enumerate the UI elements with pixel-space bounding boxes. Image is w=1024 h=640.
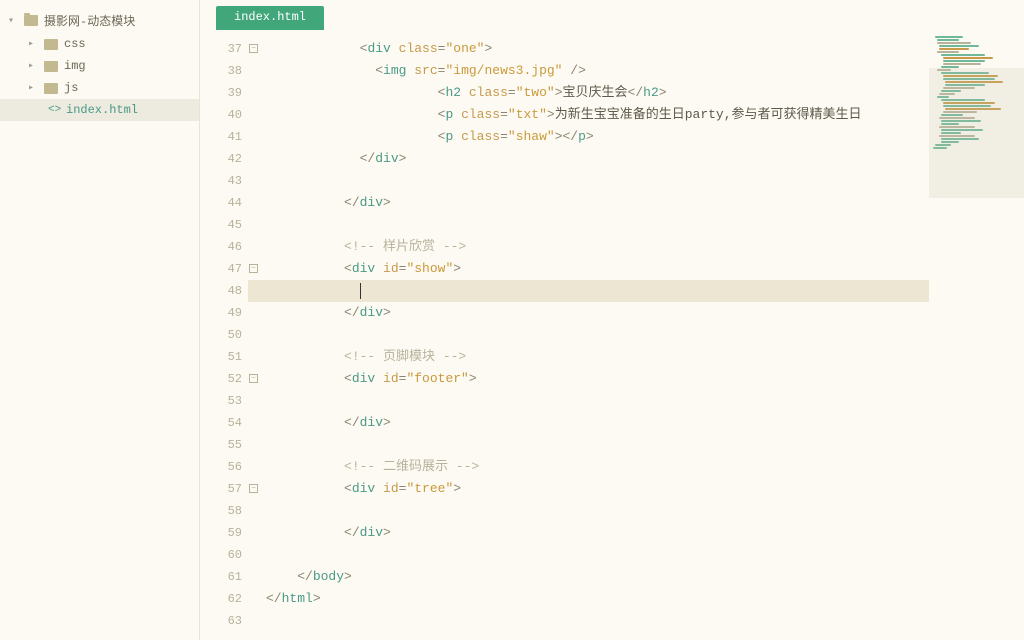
folder-label: css bbox=[64, 37, 86, 51]
code-line[interactable] bbox=[266, 500, 929, 522]
code-line[interactable]: <div id="show"> bbox=[266, 258, 929, 280]
code-line[interactable] bbox=[266, 544, 929, 566]
folder-js[interactable]: ▸ js bbox=[0, 77, 199, 99]
chevron-down-icon: ▾ bbox=[8, 15, 20, 27]
tab-index-html[interactable]: index.html bbox=[216, 6, 324, 30]
code-line[interactable]: <p class="shaw"></p> bbox=[266, 126, 929, 148]
folder-open-icon bbox=[24, 15, 38, 26]
minimap[interactable] bbox=[929, 30, 1024, 640]
code-container: 37−38394041424344454647−4849505152−53545… bbox=[200, 30, 1024, 640]
code-line[interactable]: <!-- 二维码展示 --> bbox=[266, 456, 929, 478]
code-line[interactable]: <div id="tree"> bbox=[266, 478, 929, 500]
code-line[interactable] bbox=[266, 610, 929, 632]
folder-icon bbox=[44, 61, 58, 72]
chevron-right-icon: ▸ bbox=[28, 38, 40, 50]
tab-label: index.html bbox=[234, 10, 306, 24]
code-line[interactable]: <!-- 样片欣赏 --> bbox=[266, 236, 929, 258]
folder-label: img bbox=[64, 59, 86, 73]
file-index-html[interactable]: <> index.html bbox=[0, 99, 199, 121]
file-explorer-sidebar: ▾ 摄影网-动态模块 ▸ css ▸ img ▸ js <> index.htm… bbox=[0, 0, 200, 640]
code-line[interactable]: <h2 class="two">宝贝庆生会</h2> bbox=[266, 82, 929, 104]
code-line[interactable]: <p class="txt">为新生宝宝准备的生日party,参与者可获得精美生… bbox=[266, 104, 929, 126]
folder-icon bbox=[44, 39, 58, 50]
chevron-right-icon: ▸ bbox=[28, 60, 40, 72]
code-line[interactable]: </body> bbox=[266, 566, 929, 588]
minimap-viewport[interactable] bbox=[929, 68, 1024, 198]
code-line[interactable]: <!-- 页脚模块 --> bbox=[266, 346, 929, 368]
code-line[interactable]: </div> bbox=[266, 522, 929, 544]
folder-img[interactable]: ▸ img bbox=[0, 55, 199, 77]
folder-css[interactable]: ▸ css bbox=[0, 33, 199, 55]
code-line[interactable] bbox=[266, 390, 929, 412]
code-line[interactable]: <div id="footer"> bbox=[266, 368, 929, 390]
code-editor[interactable]: <div class="one"> <img src="img/news3.jp… bbox=[248, 30, 929, 640]
folder-root[interactable]: ▾ 摄影网-动态模块 bbox=[0, 8, 199, 33]
editor-area: index.html 37−38394041424344454647−48495… bbox=[200, 0, 1024, 640]
code-line[interactable] bbox=[266, 324, 929, 346]
code-line[interactable] bbox=[266, 280, 929, 302]
text-cursor bbox=[360, 283, 361, 299]
code-line[interactable]: </div> bbox=[266, 148, 929, 170]
line-number-gutter: 37−38394041424344454647−4849505152−53545… bbox=[200, 30, 248, 640]
code-line[interactable]: <img src="img/news3.jpg" /> bbox=[266, 60, 929, 82]
code-line[interactable] bbox=[266, 170, 929, 192]
html-file-icon: <> bbox=[48, 104, 62, 116]
code-line[interactable]: </div> bbox=[266, 192, 929, 214]
code-line[interactable] bbox=[266, 434, 929, 456]
code-line[interactable]: </div> bbox=[266, 302, 929, 324]
code-line[interactable] bbox=[266, 214, 929, 236]
code-line[interactable]: </html> bbox=[266, 588, 929, 610]
code-line[interactable]: </div> bbox=[266, 412, 929, 434]
folder-label: js bbox=[64, 81, 78, 95]
tab-bar: index.html bbox=[200, 0, 1024, 30]
file-label: index.html bbox=[66, 103, 138, 117]
folder-label: 摄影网-动态模块 bbox=[44, 12, 135, 29]
folder-icon bbox=[44, 83, 58, 94]
chevron-right-icon: ▸ bbox=[28, 82, 40, 94]
code-line[interactable]: <div class="one"> bbox=[266, 38, 929, 60]
